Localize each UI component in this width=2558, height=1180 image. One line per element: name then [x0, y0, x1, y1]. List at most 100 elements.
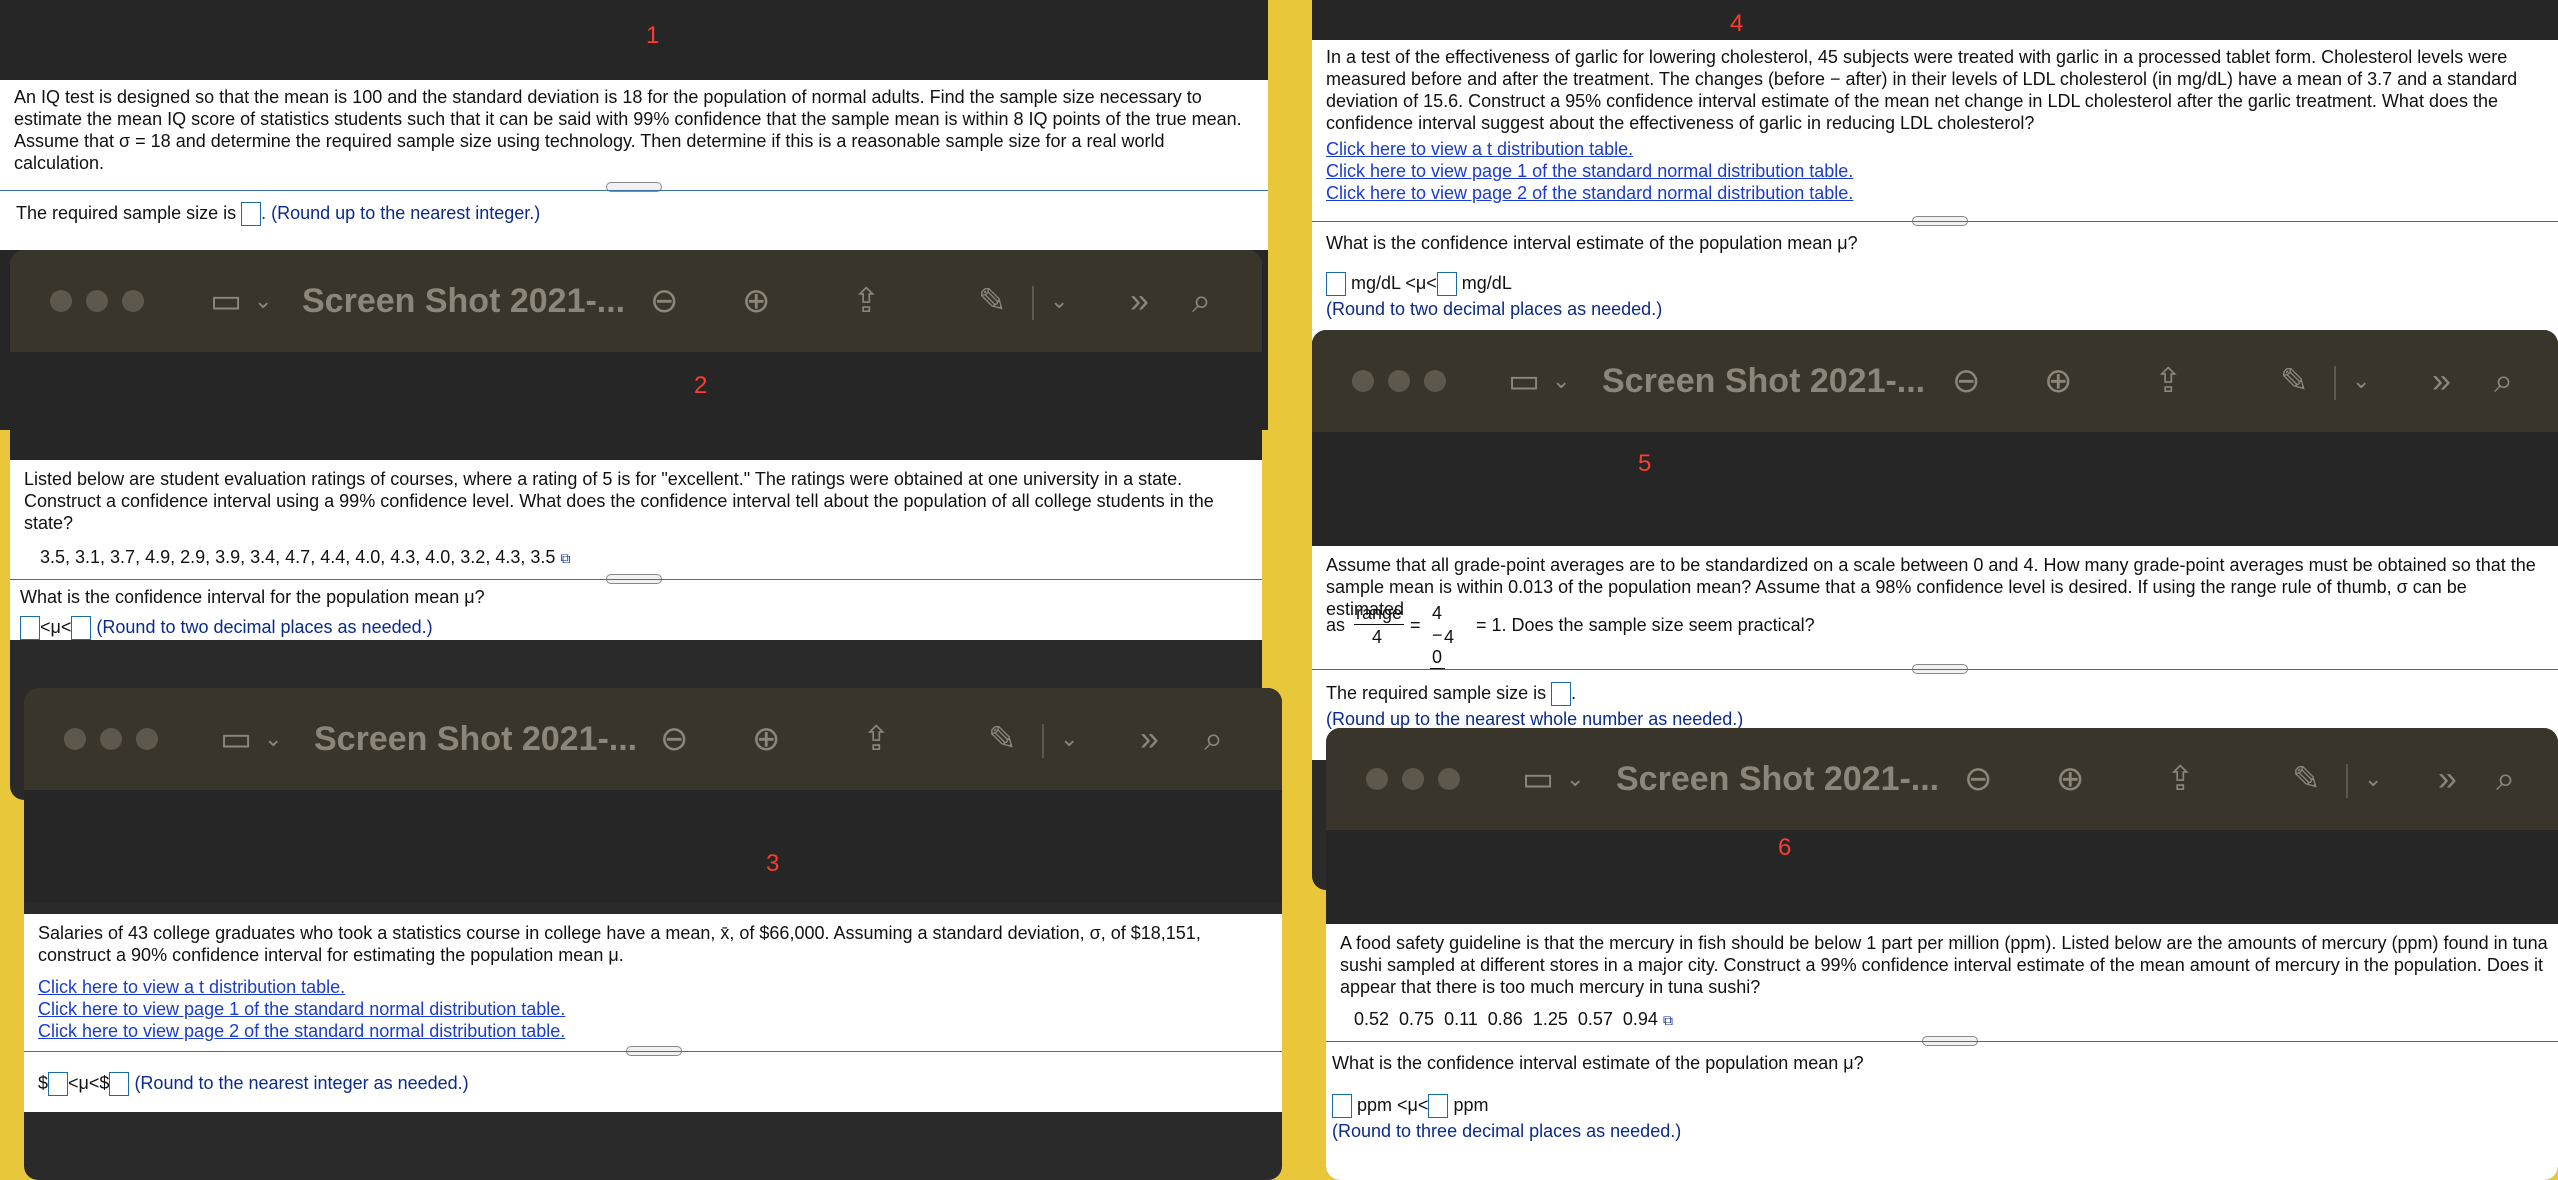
normal-table-page2-link[interactable]: Click here to view page 2 of the standar…	[1326, 182, 1853, 204]
chevron-down-icon[interactable]: ⌄	[1060, 722, 1078, 756]
fraction-numerator: 4 − 0	[1430, 603, 1445, 669]
question-panel-2: Listed below are student evaluation rati…	[10, 460, 1262, 641]
rounding-hint: (Round to three decimal places as needed…	[1332, 1121, 1682, 1141]
equation-tail: = 1. Does the sample size seem practical…	[1476, 615, 1815, 635]
unit-label: ppm	[1453, 1095, 1489, 1115]
minimize-button[interactable]	[100, 728, 122, 750]
chevron-down-icon[interactable]: ⌄	[1050, 284, 1068, 318]
sidebar-icon[interactable]: ▭	[1508, 364, 1540, 398]
zoom-out-icon[interactable]: ⊖	[660, 722, 689, 756]
zoom-in-icon[interactable]: ⊕	[2044, 364, 2073, 398]
zoom-in-icon[interactable]: ⊕	[2056, 762, 2085, 796]
chevron-down-icon[interactable]: ⌄	[264, 722, 282, 756]
search-icon[interactable]: ⌕	[2496, 762, 2515, 796]
mu-inequality: <μ<$	[68, 1073, 110, 1093]
close-button[interactable]	[50, 290, 72, 312]
mu-inequality: mg/dL <μ<	[1351, 273, 1437, 293]
rounding-hint: (Round up to the nearest whole number as…	[1326, 709, 1744, 729]
share-icon[interactable]: ⇪	[862, 722, 891, 756]
data-values: 0.52 0.75 0.11 0.86 1.25 0.57 0.94	[1354, 1009, 1658, 1029]
data-values: 3.5, 3.1, 3.7, 4.9, 2.9, 3.9, 3.4, 4.7, …	[40, 547, 556, 567]
answer-label: The required sample size is	[1326, 683, 1547, 703]
panel-number: 2	[694, 372, 708, 399]
more-icon[interactable]: »	[2438, 762, 2457, 796]
question-text: Listed below are student evaluation rati…	[24, 469, 1214, 533]
lower-bound-input[interactable]	[20, 616, 40, 641]
mu-inequality: <μ<	[40, 617, 72, 637]
lower-bound-input[interactable]	[1326, 272, 1346, 297]
sidebar-icon[interactable]: ▭	[210, 284, 242, 318]
window-title: Screen Shot 2021-...	[1616, 760, 1940, 798]
zoom-button[interactable]	[122, 290, 144, 312]
zoom-out-icon[interactable]: ⊖	[1952, 364, 1981, 398]
zoom-out-icon[interactable]: ⊖	[650, 284, 679, 318]
upper-bound-input[interactable]	[1436, 272, 1457, 297]
rounding-hint: (Round to two decimal places as needed.)	[96, 617, 433, 637]
prompt-text: What is the confidence interval estimate…	[1326, 233, 1858, 253]
answer-label: The required sample size is	[16, 203, 237, 223]
fraction-denominator: 4	[1372, 627, 1383, 647]
sample-size-input[interactable]	[241, 202, 262, 227]
t-table-link[interactable]: Click here to view a t distribution tabl…	[38, 976, 565, 998]
chevron-down-icon[interactable]: ⌄	[1566, 762, 1584, 796]
normal-table-page1-link[interactable]: Click here to view page 1 of the standar…	[1326, 160, 1853, 182]
minimize-button[interactable]	[86, 290, 108, 312]
sidebar-icon[interactable]: ▭	[220, 722, 252, 756]
prompt-text: What is the confidence interval estimate…	[1332, 1053, 1864, 1073]
normal-table-page2-link[interactable]: Click here to view page 2 of the standar…	[38, 1020, 565, 1042]
close-button[interactable]	[64, 728, 86, 750]
question-text: An IQ test is designed so that the mean …	[14, 87, 1242, 173]
minimize-button[interactable]	[1388, 370, 1410, 392]
minimize-button[interactable]	[1402, 768, 1424, 790]
window-title: Screen Shot 2021-...	[1602, 362, 1926, 400]
more-icon[interactable]: »	[1130, 284, 1149, 318]
search-icon[interactable]: ⌕	[1192, 284, 1211, 318]
normal-table-page1-link[interactable]: Click here to view page 1 of the standar…	[38, 998, 565, 1020]
copy-data-icon[interactable]: ⧉	[560, 550, 570, 566]
upper-bound-input[interactable]	[71, 616, 92, 641]
equals-sign: =	[1410, 615, 1421, 635]
zoom-button[interactable]	[1438, 768, 1460, 790]
search-icon[interactable]: ⌕	[1204, 722, 1223, 756]
panel-number: 6	[1778, 834, 1792, 861]
zoom-in-icon[interactable]: ⊕	[742, 284, 771, 318]
share-icon[interactable]: ⇪	[852, 284, 881, 318]
search-icon[interactable]: ⌕	[2494, 364, 2513, 398]
sidebar-icon[interactable]: ▭	[1522, 762, 1554, 796]
question-panel-6: A food safety guideline is that the merc…	[1326, 924, 2558, 1180]
unit-label: mg/dL	[1461, 273, 1512, 293]
panel-number: 4	[1730, 10, 1744, 37]
markup-icon[interactable]: ✎	[978, 284, 1007, 318]
zoom-in-icon[interactable]: ⊕	[752, 722, 781, 756]
zoom-button[interactable]	[136, 728, 158, 750]
more-icon[interactable]: »	[2432, 364, 2451, 398]
chevron-down-icon[interactable]: ⌄	[2364, 762, 2382, 796]
more-icon[interactable]: »	[1140, 722, 1159, 756]
panel-number: 1	[646, 22, 660, 49]
close-button[interactable]	[1366, 768, 1388, 790]
chevron-down-icon[interactable]: ⌄	[254, 284, 272, 318]
upper-bound-input[interactable]	[109, 1072, 130, 1097]
close-button[interactable]	[1352, 370, 1374, 392]
lower-bound-input[interactable]	[48, 1072, 69, 1097]
t-table-link[interactable]: Click here to view a t distribution tabl…	[1326, 138, 1853, 160]
share-icon[interactable]: ⇪	[2166, 762, 2195, 796]
chevron-down-icon[interactable]: ⌄	[1552, 364, 1570, 398]
markup-icon[interactable]: ✎	[988, 722, 1017, 756]
zoom-out-icon[interactable]: ⊖	[1964, 762, 1993, 796]
fraction-denominator: 4	[1444, 627, 1455, 647]
markup-icon[interactable]: ✎	[2292, 762, 2321, 796]
zoom-button[interactable]	[1424, 370, 1446, 392]
question-panel-3: Salaries of 43 college graduates who too…	[24, 914, 1282, 1112]
upper-bound-input[interactable]	[1428, 1094, 1449, 1119]
prompt-text: What is the confidence interval for the …	[20, 587, 485, 607]
window-title: Screen Shot 2021-...	[314, 720, 638, 758]
lower-bound-input[interactable]	[1332, 1094, 1352, 1119]
screenshot-window-3: ▭ ⌄ Screen Shot 2021-... ⊖ ⊕ ⇪ ✎ ⌄ » ⌕ 3…	[24, 688, 1282, 1180]
share-icon[interactable]: ⇪	[2154, 364, 2183, 398]
sample-size-input[interactable]	[1551, 682, 1572, 707]
chevron-down-icon[interactable]: ⌄	[2352, 364, 2370, 398]
window-title: Screen Shot 2021-...	[302, 282, 626, 320]
markup-icon[interactable]: ✎	[2280, 364, 2309, 398]
copy-data-icon[interactable]: ⧉	[1663, 1012, 1673, 1028]
